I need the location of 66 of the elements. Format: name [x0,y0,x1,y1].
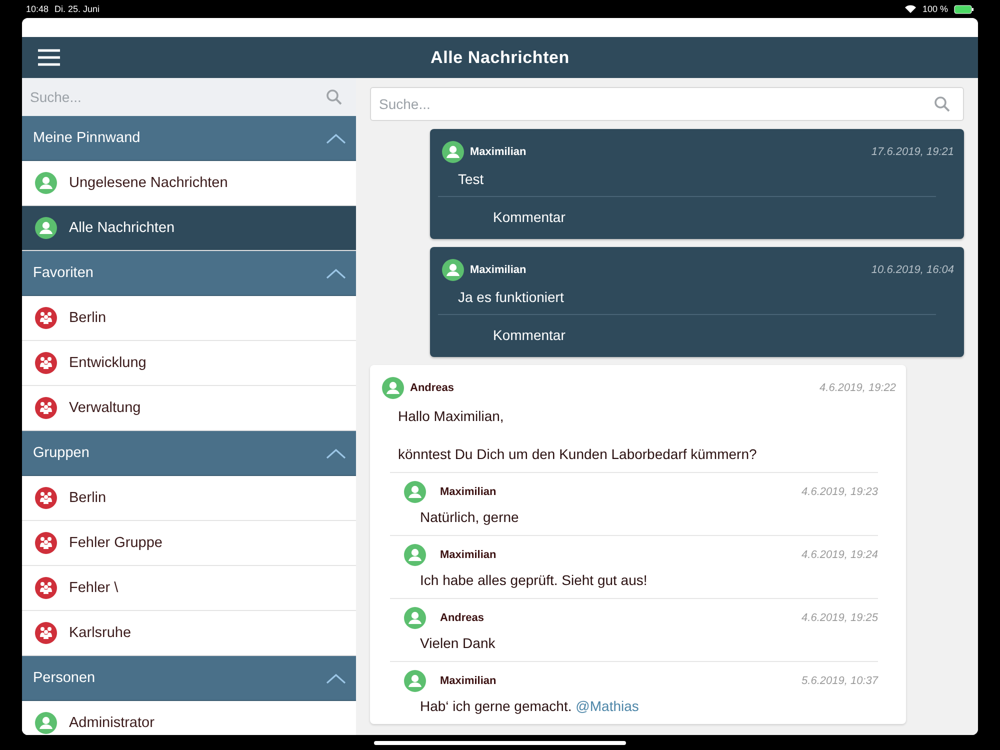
battery-icon [954,4,974,14]
section-title: Personen [33,670,96,686]
person-icon [35,712,57,734]
message-text: könntest Du Dich um den Kunden Laborbedarf kümmern? [398,445,758,464]
author-name: Maximilian [440,549,496,561]
sidebar-item[interactable]: Alle Nachrichten [22,206,356,251]
page-title: Alle Nachrichten [430,48,570,68]
comment-button[interactable]: Kommentar [493,327,566,343]
section-header[interactable]: Gruppen [22,431,356,476]
person-icon [404,544,426,566]
message-time: 10.6.2019, 16:04 [871,264,954,276]
chevron-up-icon [326,132,346,144]
chevron-up-icon [326,268,346,278]
comment-button[interactable]: Kommentar [493,209,566,225]
section-title: Gruppen [33,445,90,461]
status-time: 10:48 [26,4,49,14]
group-icon [35,487,57,509]
search-icon[interactable] [934,96,950,112]
message-text: Test [458,171,485,187]
mention-link[interactable]: @Mathias [576,698,639,714]
message-time: 4.6.2019, 19:25 [802,612,878,624]
person-icon [404,607,426,629]
section-header[interactable]: Favoriten [22,251,356,296]
message-time: 4.6.2019, 19:23 [802,486,878,498]
reply-text: Vielen Dank [420,635,496,651]
section-title: Favoriten [33,265,94,281]
chevron-up-icon [326,448,346,458]
message-time: 4.6.2019, 19:22 [820,382,896,394]
group-icon [35,397,57,419]
group-icon [35,532,57,554]
group-icon [35,622,57,644]
message-text: Hallo Maximilian, [398,407,505,426]
menu-button[interactable] [36,47,62,68]
author-name: Andreas [410,382,454,394]
person-icon [442,259,464,281]
person-icon [35,217,57,239]
group-icon [35,577,57,599]
sidebar-search-field[interactable]: Suche... [22,78,356,116]
section-title: Meine Pinnwand [33,130,140,146]
reply-text: Ich habe alles geprüft. Sieht gut aus! [420,572,648,588]
person-icon [404,670,426,692]
group-icon [35,352,57,374]
reply-text: Hab‘ ich gerne gemacht. @Mathias [420,698,640,714]
chevron-up-icon [326,672,346,684]
group-icon [35,307,57,329]
status-date: Di. 25. Juni [54,4,100,14]
author-name: Andreas [440,612,484,624]
person-icon [404,481,426,503]
author-name: Maximilian [440,486,496,498]
search-icon[interactable] [326,89,342,105]
message-time: 5.6.2019, 10:37 [802,675,878,687]
person-icon [35,172,57,194]
person-icon [442,141,464,163]
author-name: Maximilian [470,264,526,276]
wifi-icon [905,5,916,13]
feed-search-field[interactable]: Suche... [370,87,964,121]
message-text: Ja es funktioniert [458,289,565,305]
person-icon [382,377,404,399]
author-name: Maximilian [440,675,496,687]
battery-percent: 100 % [922,4,948,14]
message-time: 4.6.2019, 19:24 [802,549,878,561]
message-time: 17.6.2019, 19:21 [871,146,954,158]
reply-text: Natürlich, gerne [420,509,520,525]
section-header[interactable]: Meine Pinnwand [22,116,356,161]
author-name: Maximilian [470,146,526,158]
section-header[interactable]: Personen [22,656,356,701]
